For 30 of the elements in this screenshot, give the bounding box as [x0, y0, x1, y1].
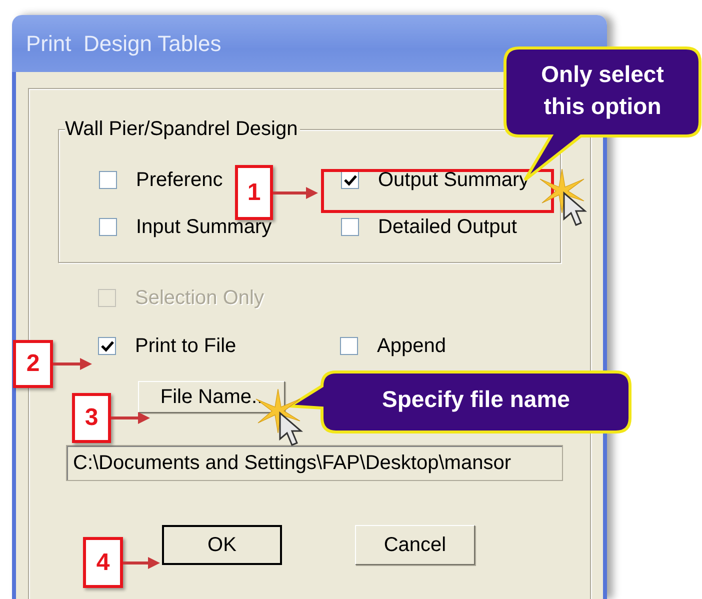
step-marker: 1	[235, 165, 273, 220]
arrow	[53, 358, 92, 370]
step-marker: 2	[13, 340, 53, 388]
cursor-icon	[564, 193, 586, 226]
arrow	[111, 412, 150, 424]
step-marker: 3	[72, 393, 111, 443]
step-marker: 4	[83, 537, 123, 588]
checkbox-label: Append	[377, 334, 446, 358]
arrow	[123, 556, 160, 568]
checkbox-label: Detailed Output	[378, 215, 517, 239]
checkbox-label: Print to File	[135, 334, 236, 358]
callout-text: Specify file name	[381, 385, 571, 414]
ok-button[interactable]: OK	[162, 525, 282, 565]
checkbox[interactable]	[341, 171, 359, 189]
checkbox[interactable]	[340, 337, 358, 355]
sparkle-icon	[540, 169, 584, 213]
checkbox-label: Preferenc	[136, 168, 223, 192]
arrow	[273, 186, 318, 198]
checkbox-label: Selection Only	[135, 286, 264, 310]
path-field[interactable]: C:\Documents and Settings\FAP\Desktop\mansor	[66, 445, 563, 481]
cancel-button[interactable]: Cancel	[355, 525, 475, 565]
checkbox-label: Output Summary	[378, 168, 530, 192]
checkbox[interactable]	[99, 171, 117, 189]
window-title: Print Design Tables	[26, 30, 222, 58]
callout-text: Only select this option	[540, 60, 665, 121]
checkbox[interactable]	[99, 218, 117, 236]
cursor-icon	[280, 413, 302, 446]
checkbox[interactable]	[341, 218, 359, 236]
checkbox[interactable]	[98, 337, 116, 355]
file-name-button[interactable]: File Name..	[138, 381, 285, 413]
